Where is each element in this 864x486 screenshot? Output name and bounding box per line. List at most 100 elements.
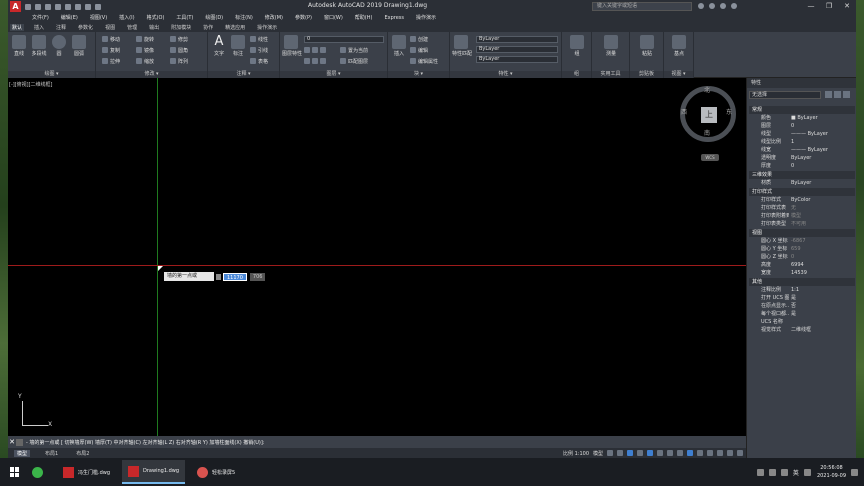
property-row[interactable]: 透明度 ByLayer <box>749 154 855 162</box>
tab-demo[interactable]: 操作演示 <box>255 24 279 31</box>
isolate-objects-icon[interactable] <box>717 450 724 456</box>
property-row[interactable]: 线型比例 1 <box>749 138 855 146</box>
tab-output[interactable]: 输出 <box>147 24 161 31</box>
panel-properties-title[interactable]: 特性 ▾ <box>450 71 561 78</box>
taskbar-app-1[interactable]: 冯生门槛.dwg <box>57 460 116 484</box>
help-icon[interactable] <box>731 3 737 9</box>
toggle-pickadd-icon[interactable] <box>825 91 832 98</box>
paste-tool[interactable]: 粘贴 <box>638 35 656 57</box>
menu-demo[interactable]: 操作演示 <box>416 14 436 21</box>
properties-section-header[interactable]: 其他 <box>749 278 855 286</box>
taskbar-app-3[interactable]: 轻松录屏5 <box>191 460 241 484</box>
trim-tool[interactable]: 修剪 <box>170 35 188 43</box>
snap-icon[interactable] <box>617 450 624 456</box>
selection-dropdown[interactable]: 无选择 <box>749 91 821 99</box>
menu-view[interactable]: 视图(V) <box>90 14 107 21</box>
dynamic-input-value-2[interactable]: 706 <box>249 272 266 281</box>
undo-icon[interactable] <box>75 3 81 10</box>
tab-model[interactable]: 模型 <box>14 449 31 457</box>
match-layer-tool[interactable]: 匹配图层 <box>340 57 368 65</box>
panel-clipboard-title[interactable]: 剪贴板 <box>630 71 663 78</box>
exchange-icon[interactable] <box>709 3 715 9</box>
property-row[interactable]: 视觉样式 二维线框 <box>749 326 855 334</box>
property-row[interactable]: UCS 名称 <box>749 318 855 326</box>
lineweight-icon[interactable] <box>667 450 674 456</box>
menu-window[interactable]: 窗口(W) <box>324 14 343 21</box>
property-row[interactable]: 每个视口都... 是 <box>749 310 855 318</box>
rotate-tool[interactable]: 旋转 <box>136 35 154 43</box>
close-command-line-icon[interactable]: ✕ <box>8 438 16 446</box>
tab-layout1[interactable]: 布局1 <box>42 450 61 457</box>
property-row[interactable]: 打印样式 ByColor <box>749 196 855 204</box>
scale-tool[interactable]: 缩放 <box>136 57 154 65</box>
property-row[interactable]: 圆心 Y 坐标 659 <box>749 245 855 253</box>
mirror-tool[interactable]: 镜像 <box>136 46 154 54</box>
polar-icon[interactable] <box>637 450 644 456</box>
tab-manage[interactable]: 管理 <box>125 24 139 31</box>
menu-modify[interactable]: 修改(M) <box>265 14 283 21</box>
property-row[interactable]: 厚度 0 <box>749 162 855 170</box>
annotation-visibility-icon[interactable] <box>697 450 704 456</box>
panel-groups-title[interactable]: 组 <box>562 71 591 78</box>
command-settings-icon[interactable] <box>16 438 23 446</box>
customize-icon[interactable] <box>737 450 744 456</box>
property-row[interactable]: 颜色 ■ ByLayer <box>749 114 855 122</box>
drawing-area[interactable]: [-][俯视][二维线框] 墙的第一点或 11170 706 上 北 南 东 西… <box>8 78 746 436</box>
properties-section-header[interactable]: 视图 <box>749 229 855 237</box>
properties-section-header[interactable]: 打印样式 <box>749 188 855 196</box>
viewcube-west[interactable]: 西 <box>681 107 687 116</box>
line-tool[interactable]: 直线 <box>10 35 28 57</box>
viewcube-top-face[interactable]: 上 <box>701 107 717 123</box>
grid-icon[interactable] <box>607 450 614 456</box>
otrack-icon[interactable] <box>657 450 664 456</box>
menu-file[interactable]: 文件(F) <box>32 14 49 21</box>
ortho-icon[interactable] <box>627 450 634 456</box>
property-row[interactable]: 材质 ByLayer <box>749 179 855 187</box>
select-objects-icon[interactable] <box>834 91 841 98</box>
base-point-tool[interactable]: 基点 <box>670 35 688 57</box>
property-row[interactable]: 宽度 14539 <box>749 269 855 277</box>
menu-parametric[interactable]: 参数(P) <box>295 14 312 21</box>
redo-icon[interactable] <box>85 3 91 10</box>
save-icon[interactable] <box>45 3 51 10</box>
dimension-tool[interactable]: 标注 <box>229 35 247 57</box>
property-row[interactable]: 打印表类型 不可用 <box>749 220 855 228</box>
properties-section-header[interactable]: 三维效果 <box>749 171 855 179</box>
measure-tool[interactable]: 测量 <box>602 35 620 57</box>
edit-block-tool[interactable]: 编辑 <box>410 46 428 54</box>
property-row[interactable]: 线型 ——— ByLayer <box>749 130 855 138</box>
notification-icon[interactable] <box>851 468 858 476</box>
property-row[interactable]: 在原点显示... 否 <box>749 302 855 310</box>
chrome-taskbar-button[interactable] <box>28 460 51 484</box>
menu-insert[interactable]: 插入(I) <box>119 14 134 21</box>
transparency-icon[interactable] <box>677 450 684 456</box>
create-block-tool[interactable]: 创建 <box>410 35 428 43</box>
property-row[interactable]: 打印样式表无 <box>749 204 855 212</box>
menu-help[interactable]: 帮助(H) <box>355 14 373 21</box>
fullscreen-icon[interactable] <box>727 450 734 456</box>
property-row[interactable]: 注释比例 1:1 <box>749 286 855 294</box>
maximize-button[interactable]: ❐ <box>820 0 838 13</box>
clock[interactable]: 20:56:08 2021-09-09 <box>817 464 846 480</box>
close-button[interactable]: ✕ <box>838 0 856 13</box>
circle-tool[interactable]: 圆 <box>50 35 68 57</box>
layer-tools-icons[interactable] <box>304 57 328 65</box>
tab-collaborate[interactable]: 协作 <box>201 24 215 31</box>
print-icon[interactable] <box>65 3 71 10</box>
menu-tools[interactable]: 工具(T) <box>176 14 193 21</box>
layer-properties-tool[interactable]: 图层特性 <box>282 35 302 57</box>
property-row[interactable]: 圆心 X 坐标 -6867 <box>749 237 855 245</box>
selection-cycling-icon[interactable] <box>687 450 694 456</box>
copy-tool[interactable]: 复制 <box>102 46 120 54</box>
network-icon[interactable] <box>768 468 776 476</box>
property-row[interactable]: 线宽 ——— ByLayer <box>749 146 855 154</box>
viewcube-north[interactable]: 北 <box>704 85 710 94</box>
group-tool[interactable]: 组 <box>568 35 586 57</box>
share-icon[interactable] <box>95 3 101 10</box>
menu-format[interactable]: 格式(O) <box>147 14 165 21</box>
panel-modify-title[interactable]: 修改 ▾ <box>96 71 207 78</box>
polyline-tool[interactable]: 多段线 <box>30 35 48 57</box>
minimize-button[interactable]: — <box>802 0 820 13</box>
property-row[interactable]: 图层 0 <box>749 122 855 130</box>
menu-express[interactable]: Express <box>384 15 404 21</box>
